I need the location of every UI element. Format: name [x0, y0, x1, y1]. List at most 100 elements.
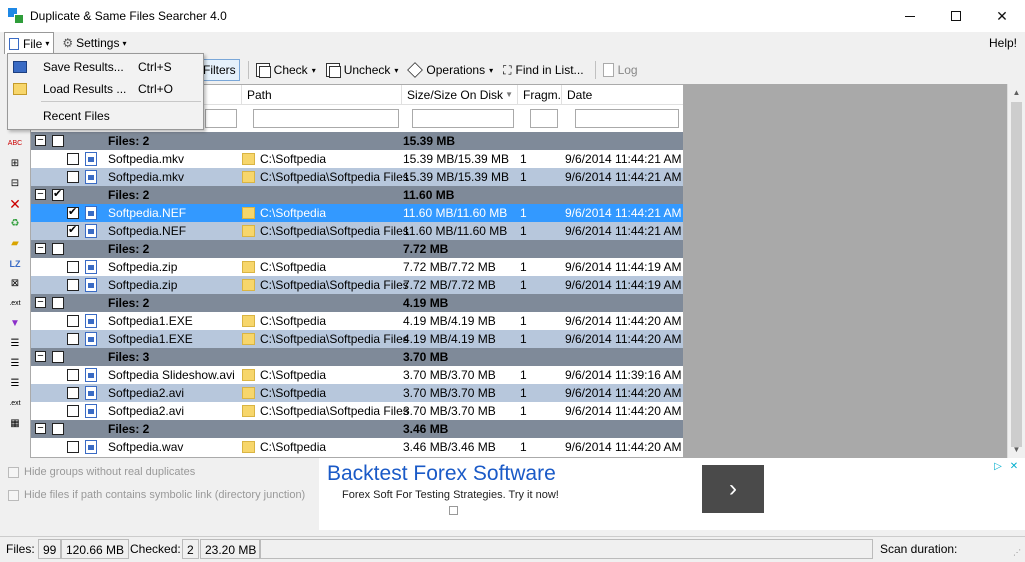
ad-arrow-button[interactable]: ›: [702, 465, 764, 513]
collapse-icon[interactable]: −: [35, 135, 46, 146]
file-checkbox[interactable]: [67, 261, 79, 273]
file-row[interactable]: Softpedia2.avi C:\Softpedia\Softpedia Fil…: [31, 402, 683, 420]
hide-groups-option[interactable]: Hide groups without real duplicates: [8, 464, 195, 480]
group-checkbox[interactable]: [52, 297, 64, 309]
hide-symlink-checkbox[interactable]: [8, 489, 19, 501]
collapse-icon[interactable]: −: [35, 423, 46, 434]
collapse-icon[interactable]: −: [35, 243, 46, 254]
size-filter-input[interactable]: [412, 109, 514, 128]
menu-settings[interactable]: ⚙ Settings ▾: [58, 32, 130, 54]
file-checkbox[interactable]: [67, 171, 79, 183]
resize-grip-icon[interactable]: ⋰: [1013, 548, 1023, 558]
ad-banner[interactable]: Backtest Forex Software Forex Soft For T…: [319, 458, 1025, 530]
column-fragm[interactable]: Fragm.: [517, 85, 561, 105]
menu-item-load-results[interactable]: Load Results ... Ctrl+O: [8, 78, 203, 100]
group-row[interactable]: − Files: 2 4.19 MB: [31, 294, 683, 312]
filter-icon[interactable]: ▼: [7, 316, 23, 332]
date-filter-input[interactable]: [575, 109, 679, 128]
group-checkbox[interactable]: [52, 351, 64, 363]
file-path: C:\Softpedia\Softpedia Files: [260, 278, 409, 292]
column-date[interactable]: Date: [561, 85, 683, 105]
scroll-down-icon[interactable]: ▼: [1008, 441, 1025, 458]
collapse-icon[interactable]: −: [35, 189, 46, 200]
file-checkbox[interactable]: [67, 205, 79, 219]
file-checkbox[interactable]: [67, 441, 79, 453]
file-checkbox[interactable]: [67, 315, 79, 327]
file-row[interactable]: Softpedia.mkv C:\Softpedia 15.39 MB/15.39 …: [31, 150, 683, 168]
file-row[interactable]: Softpedia2.avi C:\Softpedia 3.70 MB/3.70 M…: [31, 384, 683, 402]
file-type-icon: [85, 386, 97, 400]
column-size[interactable]: Size/Size On Disk ▼: [401, 85, 517, 105]
file-checkbox[interactable]: [67, 387, 79, 399]
lz-icon[interactable]: LZ: [7, 256, 23, 272]
sort-icon[interactable]: ☰: [7, 336, 23, 352]
scroll-thumb[interactable]: [1011, 102, 1022, 447]
group-row[interactable]: − Files: 2 3.46 MB: [31, 420, 683, 438]
ad-title[interactable]: Backtest Forex Software: [327, 462, 556, 486]
fragm-filter-input[interactable]: [530, 109, 558, 128]
file-row[interactable]: Softpedia.NEF C:\Softpedia\Softpedia File…: [31, 222, 683, 240]
vertical-scrollbar[interactable]: ▲ ▼: [1007, 84, 1024, 458]
folder-move-icon[interactable]: ▰: [7, 236, 23, 252]
grid-icon[interactable]: ▦: [7, 416, 23, 432]
menu-help[interactable]: Help!: [985, 32, 1021, 54]
grid-empty-area: [684, 84, 1007, 458]
file-fragm: 1: [520, 314, 527, 328]
collapse-icon[interactable]: −: [35, 351, 46, 362]
group-checkbox[interactable]: [52, 135, 64, 147]
group-row[interactable]: − Files: 2 7.72 MB: [31, 240, 683, 258]
group-row[interactable]: − Files: 3 3.70 MB: [31, 348, 683, 366]
file-checkbox[interactable]: [67, 333, 79, 345]
file-checkbox[interactable]: [67, 405, 79, 417]
maximize-button[interactable]: [933, 0, 979, 32]
operations-button[interactable]: Operations ▾: [405, 59, 496, 81]
group-row[interactable]: − Files: 2 11.60 MB: [31, 186, 683, 204]
tree-alt-icon[interactable]: ⊟: [7, 176, 23, 192]
file-row[interactable]: Softpedia.zip C:\Softpedia\Softpedia File…: [31, 276, 683, 294]
file-type-icon: [85, 404, 97, 418]
uncheck-button[interactable]: Uncheck ▾: [323, 59, 402, 81]
hardlink-icon[interactable]: ⊠: [7, 276, 23, 292]
sort-alt-icon[interactable]: ☰: [7, 356, 23, 372]
menu-item-save-results[interactable]: Save Results... Ctrl+S: [8, 56, 203, 78]
path-filter-input[interactable]: [253, 109, 399, 128]
file-row[interactable]: Softpedia.wav C:\Softpedia 3.46 MB/3.46 MB…: [31, 438, 683, 456]
tree-icon[interactable]: ⊞: [7, 156, 23, 172]
file-checkbox[interactable]: [67, 279, 79, 291]
ext-sort-icon[interactable]: .ext: [7, 396, 23, 412]
recycle-icon[interactable]: ♻: [7, 216, 23, 232]
file-row[interactable]: Softpedia1.EXE C:\Softpedia\Softpedia Fil…: [31, 330, 683, 348]
sort-size-icon[interactable]: ☰: [7, 376, 23, 392]
hide-groups-checkbox[interactable]: [8, 466, 19, 478]
file-row[interactable]: Softpedia.mkv C:\Softpedia\Softpedia File…: [31, 168, 683, 186]
abc-icon[interactable]: ABC: [7, 136, 23, 152]
filters-button[interactable]: Filters: [199, 59, 240, 81]
file-checkbox[interactable]: [67, 369, 79, 381]
ad-info-icon[interactable]: ▷: [991, 460, 1005, 474]
scroll-up-icon[interactable]: ▲: [1008, 84, 1025, 101]
file-row[interactable]: Softpedia Slideshow.avi C:\Softpedia 3.70 …: [31, 366, 683, 384]
file-checkbox[interactable]: [67, 153, 79, 165]
group-checkbox[interactable]: [52, 187, 64, 201]
column-path[interactable]: Path: [241, 85, 401, 105]
check-button[interactable]: Check ▾: [253, 59, 319, 81]
menu-file[interactable]: File ▾: [4, 32, 55, 54]
file-row[interactable]: Softpedia.zip C:\Softpedia 7.72 MB/7.72 MB…: [31, 258, 683, 276]
name-filter-input[interactable]: [205, 109, 237, 128]
menu-item-recent-files[interactable]: Recent Files: [8, 105, 203, 127]
delete-icon[interactable]: ✕: [7, 196, 23, 212]
ext-icon[interactable]: .ext: [7, 296, 23, 312]
minimize-button[interactable]: [887, 0, 933, 32]
log-button[interactable]: Log: [600, 59, 641, 81]
close-button[interactable]: ✕: [979, 0, 1025, 32]
collapse-icon[interactable]: −: [35, 297, 46, 308]
group-checkbox[interactable]: [52, 423, 64, 435]
hide-symlink-option[interactable]: Hide files if path contains symbolic lin…: [8, 487, 305, 503]
ad-close-icon[interactable]: ✕: [1007, 460, 1021, 474]
file-checkbox[interactable]: [67, 223, 79, 237]
file-row[interactable]: Softpedia.NEF C:\Softpedia 11.60 MB/11.60 …: [31, 204, 683, 222]
find-in-list-button[interactable]: ⛶ Find in List...: [500, 59, 586, 81]
file-row[interactable]: Softpedia1.EXE C:\Softpedia 4.19 MB/4.19 M…: [31, 312, 683, 330]
group-checkbox[interactable]: [52, 243, 64, 255]
group-row[interactable]: − Files: 2 15.39 MB: [31, 132, 683, 150]
